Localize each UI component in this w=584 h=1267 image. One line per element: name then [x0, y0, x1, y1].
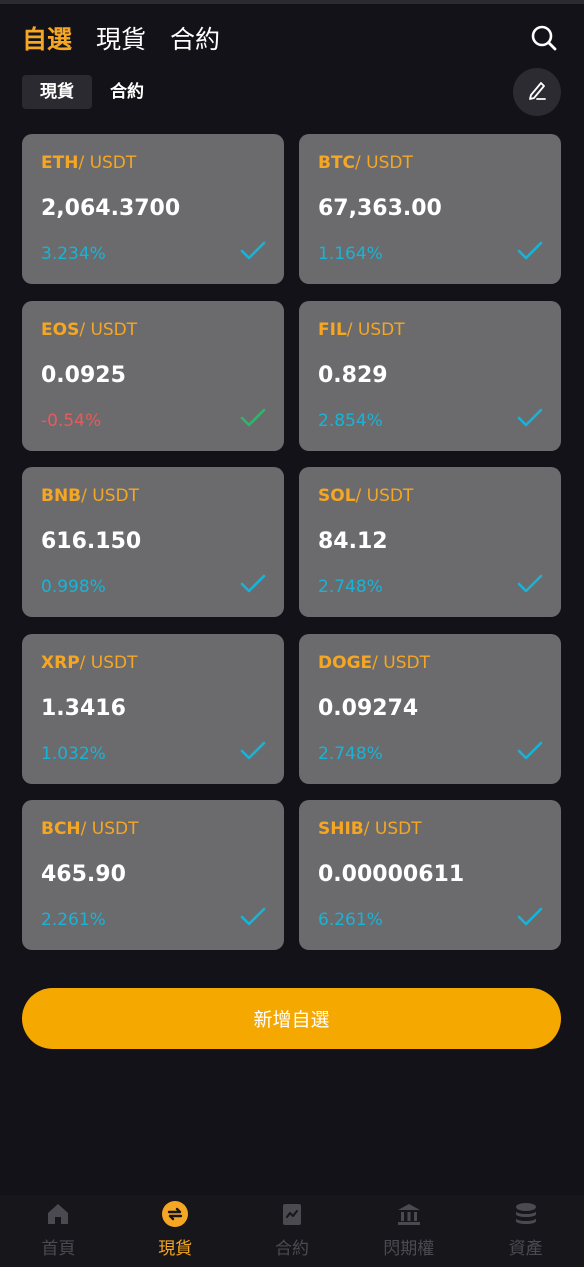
pair-quote: / USDT	[79, 319, 138, 340]
pair-change: 2.261%	[41, 910, 106, 930]
pair-change: 1.032%	[41, 743, 106, 764]
pair-base: SHIB	[318, 819, 364, 839]
pair-quote: / USDT	[78, 153, 137, 173]
pair-card[interactable]: EOS/ USDT 0.0925 -0.54%	[22, 300, 284, 451]
pair-change: 2.854%	[318, 410, 383, 431]
checkmark-icon[interactable]	[517, 407, 543, 429]
nav-label-spot: 現貨	[158, 1239, 193, 1259]
app-root: 自選 現貨 合約 現貨 合約 ETH/ USDT 2,064.3700 3.234%…	[0, 0, 584, 1267]
pair-base: SOL	[318, 486, 356, 506]
pair-price: 0.829	[318, 362, 388, 388]
nav-options[interactable]: 閃期權	[350, 1195, 467, 1267]
header: 自選 現貨 合約	[22, 16, 564, 60]
pair-price: 0.09274	[318, 695, 419, 721]
pair-name: DOGE/ USDT	[318, 653, 430, 673]
pair-base: BTC	[318, 153, 356, 173]
pair-base: FIL	[318, 319, 347, 340]
pair-card[interactable]: DOGE/ USDT 0.09274 2.748%	[299, 633, 561, 784]
checkmark-icon[interactable]	[240, 240, 266, 262]
sub-tabs: 現貨 合約	[22, 74, 162, 110]
checkmark-icon[interactable]	[240, 906, 266, 928]
checkmark-icon[interactable]	[517, 906, 543, 928]
pair-card[interactable]: BNB/ USDT 616.150 0.998%	[22, 467, 284, 617]
exchange-icon	[161, 1200, 189, 1228]
pair-name: SHIB/ USDT	[318, 819, 422, 839]
pair-quote: / USDT	[81, 486, 139, 506]
pair-quote: / USDT	[363, 819, 422, 839]
nav-label-contract: 合約	[274, 1239, 309, 1259]
pair-price: 0.0925	[41, 362, 126, 388]
pair-price: 0.00000611	[318, 862, 465, 887]
pair-change: 0.998%	[41, 577, 106, 597]
pair-quote: / USDT	[346, 319, 405, 340]
contract-icon	[278, 1200, 306, 1228]
pair-name: BNB/ USDT	[41, 486, 139, 506]
pair-base: DOGE	[318, 652, 373, 673]
search-icon[interactable]	[528, 22, 560, 54]
pair-price: 2,064.3700	[41, 196, 181, 221]
pair-price: 1.3416	[41, 695, 126, 721]
pair-name: EOS/ USDT	[41, 320, 137, 340]
bottom-nav: 首頁 現貨 合約 閃期權 資產	[0, 1195, 584, 1267]
nav-label-home: 首頁	[41, 1239, 76, 1259]
pair-change: 2.748%	[318, 743, 383, 764]
nav-home[interactable]: 首頁	[0, 1195, 117, 1267]
pair-quote: / USDT	[372, 652, 430, 673]
checkmark-icon[interactable]	[240, 740, 266, 762]
pair-change: -0.54%	[41, 410, 102, 431]
tab-contract[interactable]: 合約	[170, 20, 220, 56]
pair-card[interactable]: SHIB/ USDT 0.00000611 6.261%	[299, 800, 561, 950]
subtab-contract[interactable]: 合約	[92, 75, 162, 109]
status-strip	[0, 0, 584, 4]
pair-card[interactable]: BTC/ USDT 67,363.00 1.164%	[299, 134, 561, 284]
pair-quote: / USDT	[355, 486, 414, 506]
subtab-spot[interactable]: 現貨	[22, 75, 92, 109]
pair-quote: / USDT	[80, 819, 139, 839]
pair-name: ETH/ USDT	[41, 153, 136, 173]
nav-label-assets: 資產	[508, 1239, 543, 1259]
nav-assets[interactable]: 資產	[467, 1195, 584, 1267]
tab-watchlist[interactable]: 自選	[22, 20, 72, 56]
pair-card[interactable]: FIL/ USDT 0.829 2.854%	[299, 300, 561, 451]
pair-base: BNB	[41, 486, 82, 506]
checkmark-icon[interactable]	[517, 240, 543, 262]
pair-card[interactable]: XRP/ USDT 1.3416 1.032%	[22, 633, 284, 784]
home-icon	[44, 1200, 72, 1228]
nav-spot[interactable]: 現貨	[117, 1195, 234, 1267]
pair-change: 2.748%	[318, 577, 383, 597]
tab-spot[interactable]: 現貨	[96, 20, 146, 56]
pair-name: BCH/ USDT	[41, 819, 139, 839]
pair-price: 84.12	[318, 529, 388, 554]
pair-base: EOS	[41, 319, 80, 340]
pair-name: XRP/ USDT	[41, 653, 138, 673]
pair-card[interactable]: ETH/ USDT 2,064.3700 3.234%	[22, 134, 284, 284]
pair-price: 67,363.00	[318, 196, 442, 221]
pair-name: BTC/ USDT	[318, 153, 413, 173]
pair-change: 6.261%	[318, 910, 383, 930]
pair-base: XRP	[41, 652, 80, 673]
checkmark-icon[interactable]	[240, 573, 266, 595]
pair-name: FIL/ USDT	[318, 320, 405, 340]
pair-quote: / USDT	[355, 153, 413, 173]
edit-button[interactable]	[513, 68, 561, 116]
checkmark-icon[interactable]	[240, 407, 266, 429]
pair-price: 465.90	[41, 862, 126, 887]
pair-change: 1.164%	[318, 244, 383, 264]
pair-name: SOL/ USDT	[318, 486, 413, 506]
checkmark-icon[interactable]	[517, 740, 543, 762]
nav-contract[interactable]: 合約	[234, 1195, 351, 1267]
checkmark-icon[interactable]	[517, 573, 543, 595]
pair-base: BCH	[41, 819, 81, 839]
bank-icon	[395, 1200, 423, 1228]
pair-change: 3.234%	[41, 244, 106, 264]
edit-icon	[524, 77, 550, 107]
pair-card[interactable]: SOL/ USDT 84.12 2.748%	[299, 467, 561, 617]
nav-label-options: 閃期權	[383, 1239, 435, 1259]
pair-base: ETH	[41, 153, 79, 173]
add-watchlist-button[interactable]: 新增自選	[22, 988, 561, 1049]
pair-card[interactable]: BCH/ USDT 465.90 2.261%	[22, 800, 284, 950]
pair-price: 616.150	[41, 529, 142, 554]
coins-icon	[512, 1200, 540, 1228]
pair-quote: / USDT	[79, 652, 138, 673]
